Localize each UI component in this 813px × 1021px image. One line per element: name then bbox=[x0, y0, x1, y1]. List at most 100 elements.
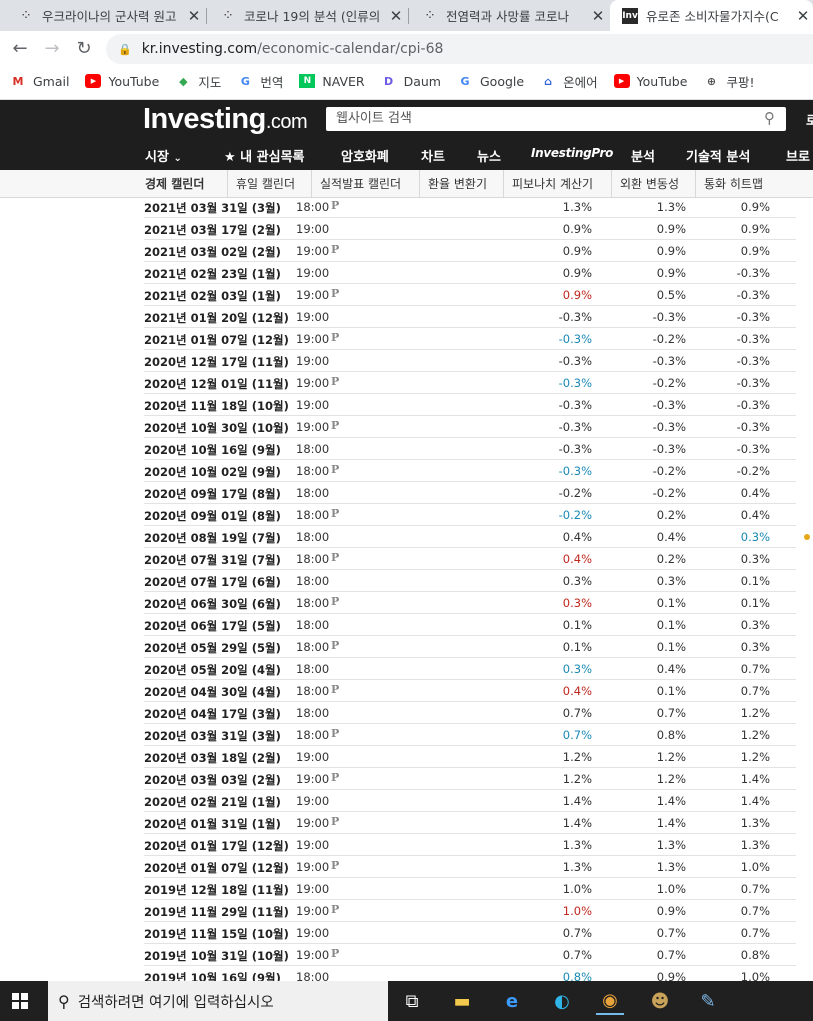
browser-tab-1[interactable]: ⁘ 우크라이나의 군사력 원고 ✕ bbox=[6, 0, 204, 31]
bookmark-label: NAVER bbox=[322, 73, 365, 89]
release-date: 2020년 05월 20일 (4월) bbox=[144, 663, 281, 677]
site-search-input[interactable]: 웹사이트 검색 bbox=[326, 107, 786, 131]
previous-value: 0.7% bbox=[740, 904, 770, 918]
forecast-value: 0.4% bbox=[656, 662, 686, 676]
release-date: 2020년 03월 03일 (2월) bbox=[144, 773, 281, 787]
bookmark-youtube[interactable]: ▶ YouTube bbox=[85, 74, 159, 89]
table-row: 2019년 12월 18일 (11월) 19:00 1.0% 1.0% 0.7% bbox=[144, 878, 796, 900]
actual-value: 0.4% bbox=[562, 552, 592, 566]
preliminary-badge: P bbox=[331, 331, 340, 344]
forecast-value: -0.3% bbox=[652, 420, 686, 434]
previous-value: 1.4% bbox=[740, 794, 770, 808]
app-icon[interactable]: ☻ bbox=[646, 987, 674, 1015]
previous-value: -0.3% bbox=[736, 420, 770, 434]
forecast-value: -0.3% bbox=[652, 398, 686, 412]
nav-markets[interactable]: 시장 ⌄ bbox=[145, 146, 182, 165]
close-icon[interactable]: ✕ bbox=[588, 7, 608, 25]
subnav-earnings-calendar[interactable]: 실적발표 캘린더 bbox=[311, 170, 409, 198]
previous-value: -0.3% bbox=[736, 288, 770, 302]
bookmark-onair[interactable]: ⌂ 온에어 bbox=[540, 72, 597, 91]
google-icon: G bbox=[460, 74, 470, 88]
investing-logo[interactable]: Investing.com bbox=[143, 103, 308, 136]
paint-icon[interactable]: ✎ bbox=[694, 987, 722, 1015]
forecast-value: -0.3% bbox=[652, 442, 686, 456]
browser-tab-2[interactable]: ⁘ 코로나 19의 분석 (인류의 ✕ bbox=[208, 0, 406, 31]
preliminary-badge: P bbox=[331, 771, 340, 784]
browser-tab-3[interactable]: ⁘ 전염력과 사망률 코로나 ✕ bbox=[410, 0, 608, 31]
actual-value: 1.0% bbox=[562, 882, 592, 896]
nav-brokers[interactable]: 브로 bbox=[786, 146, 810, 165]
subnav-fibonacci[interactable]: 피보나치 계산기 bbox=[503, 170, 601, 198]
bookmark-youtube-2[interactable]: ▶ YouTube bbox=[613, 74, 687, 89]
close-icon[interactable]: ✕ bbox=[793, 7, 813, 25]
tab-separator bbox=[206, 8, 207, 24]
nav-technical[interactable]: 기술적 분석 bbox=[686, 146, 750, 165]
close-icon[interactable]: ✕ bbox=[184, 7, 204, 25]
nav-analysis[interactable]: 분석 bbox=[631, 146, 655, 165]
chrome-icon[interactable]: ◉ bbox=[596, 987, 624, 1015]
previous-value: -0.3% bbox=[736, 442, 770, 456]
subnav-holiday-calendar[interactable]: 휴일 캘린더 bbox=[227, 170, 303, 198]
tab-separator bbox=[408, 8, 409, 24]
bookmark-translate[interactable]: G 번역 bbox=[237, 72, 284, 91]
previous-value: 0.7% bbox=[740, 926, 770, 940]
task-view-icon[interactable]: ⧉ bbox=[398, 987, 426, 1015]
main-nav: 시장 ⌄ ★ 내 관심목록 암호화폐 차트 뉴스 InvestingPro 분석… bbox=[0, 144, 813, 170]
bookmark-gmail[interactable]: M Gmail bbox=[10, 74, 70, 89]
actual-value: -0.3% bbox=[558, 464, 592, 478]
forecast-value: 1.2% bbox=[656, 772, 686, 786]
table-row: 2020년 07월 17일 (6월) 18:00 0.3% 0.3% 0.1% bbox=[144, 570, 796, 592]
windows-start-icon[interactable] bbox=[12, 993, 28, 1009]
release-time: 18:00 bbox=[296, 486, 330, 500]
nav-investingpro[interactable]: InvestingPro bbox=[531, 146, 613, 160]
back-arrow-icon[interactable]: ← bbox=[8, 37, 32, 61]
release-time: 19:00 bbox=[296, 310, 330, 324]
search-icon[interactable]: ⚲ bbox=[764, 109, 784, 129]
edge-icon[interactable]: ◐ bbox=[548, 987, 576, 1015]
actual-value: 0.9% bbox=[562, 222, 592, 236]
browser-tab-active[interactable]: Inv 유로존 소비자물가지수(C ✕ bbox=[610, 0, 813, 31]
release-date: 2020년 10월 30일 (10월) bbox=[144, 421, 289, 435]
nav-news[interactable]: 뉴스 bbox=[477, 146, 501, 165]
bookmark-daum[interactable]: D Daum bbox=[381, 74, 441, 89]
forecast-value: 0.5% bbox=[656, 288, 686, 302]
release-time: 18:00 bbox=[296, 728, 330, 742]
actual-value: -0.3% bbox=[558, 376, 592, 390]
nav-watchlist[interactable]: ★ 내 관심목록 bbox=[224, 146, 305, 165]
subnav-heatmap[interactable]: 통화 히트맵 bbox=[695, 170, 771, 198]
forecast-value: 0.9% bbox=[656, 266, 686, 280]
previous-value: -0.3% bbox=[736, 376, 770, 390]
forecast-value: 1.4% bbox=[656, 816, 686, 830]
bookmark-coupang[interactable]: ⊕ 쿠팡! bbox=[703, 72, 755, 91]
nav-crypto[interactable]: 암호화폐 bbox=[341, 146, 389, 165]
logo-suffix: .com bbox=[265, 111, 308, 133]
subnav-economic-calendar[interactable]: 경제 캘린더 bbox=[137, 170, 212, 198]
release-time: 18:00 bbox=[296, 618, 330, 632]
table-row: 2020년 12월 01일 (11월) 19:00 P -0.3% -0.2% -0.3% bbox=[144, 372, 796, 394]
file-explorer-icon[interactable]: ▬ bbox=[448, 987, 476, 1015]
reload-icon[interactable]: ↻ bbox=[72, 37, 96, 61]
url-input[interactable]: 🔒 kr.investing.com/economic-calendar/cpi… bbox=[106, 34, 813, 64]
table-row: 2020년 06월 30일 (6월) 18:00 P 0.3% 0.1% 0.1% bbox=[144, 592, 796, 614]
taskbar-search-input[interactable]: ⚲ 검색하려면 여기에 입력하십시오 bbox=[48, 981, 388, 1021]
translate-icon: G bbox=[240, 74, 250, 88]
nav-charts[interactable]: 차트 bbox=[421, 146, 445, 165]
close-icon[interactable]: ✕ bbox=[386, 7, 406, 25]
bookmark-google[interactable]: G Google bbox=[457, 74, 524, 89]
bookmark-maps[interactable]: ◆ 지도 bbox=[175, 72, 221, 91]
previous-value: -0.3% bbox=[736, 332, 770, 346]
release-date: 2020년 03월 31일 (3월) bbox=[144, 729, 281, 743]
forecast-value: -0.2% bbox=[652, 376, 686, 390]
internet-explorer-icon[interactable]: e bbox=[498, 987, 526, 1015]
subnav-fx-volatility[interactable]: 외환 변동성 bbox=[611, 170, 687, 198]
coupang-icon: ⊕ bbox=[706, 74, 717, 88]
bookmark-label: 쿠팡! bbox=[726, 74, 755, 90]
previous-value: 1.3% bbox=[740, 838, 770, 852]
release-time: 18:00 bbox=[296, 706, 330, 720]
preliminary-badge: P bbox=[331, 683, 340, 696]
bookmark-naver[interactable]: N NAVER bbox=[299, 73, 365, 89]
subnav-currency-converter[interactable]: 환율 변환기 bbox=[419, 170, 495, 198]
release-time: 19:00 bbox=[296, 794, 330, 808]
tab-title: 코로나 19의 분석 (인류의 bbox=[244, 9, 381, 24]
forward-arrow-icon[interactable]: → bbox=[40, 37, 64, 61]
